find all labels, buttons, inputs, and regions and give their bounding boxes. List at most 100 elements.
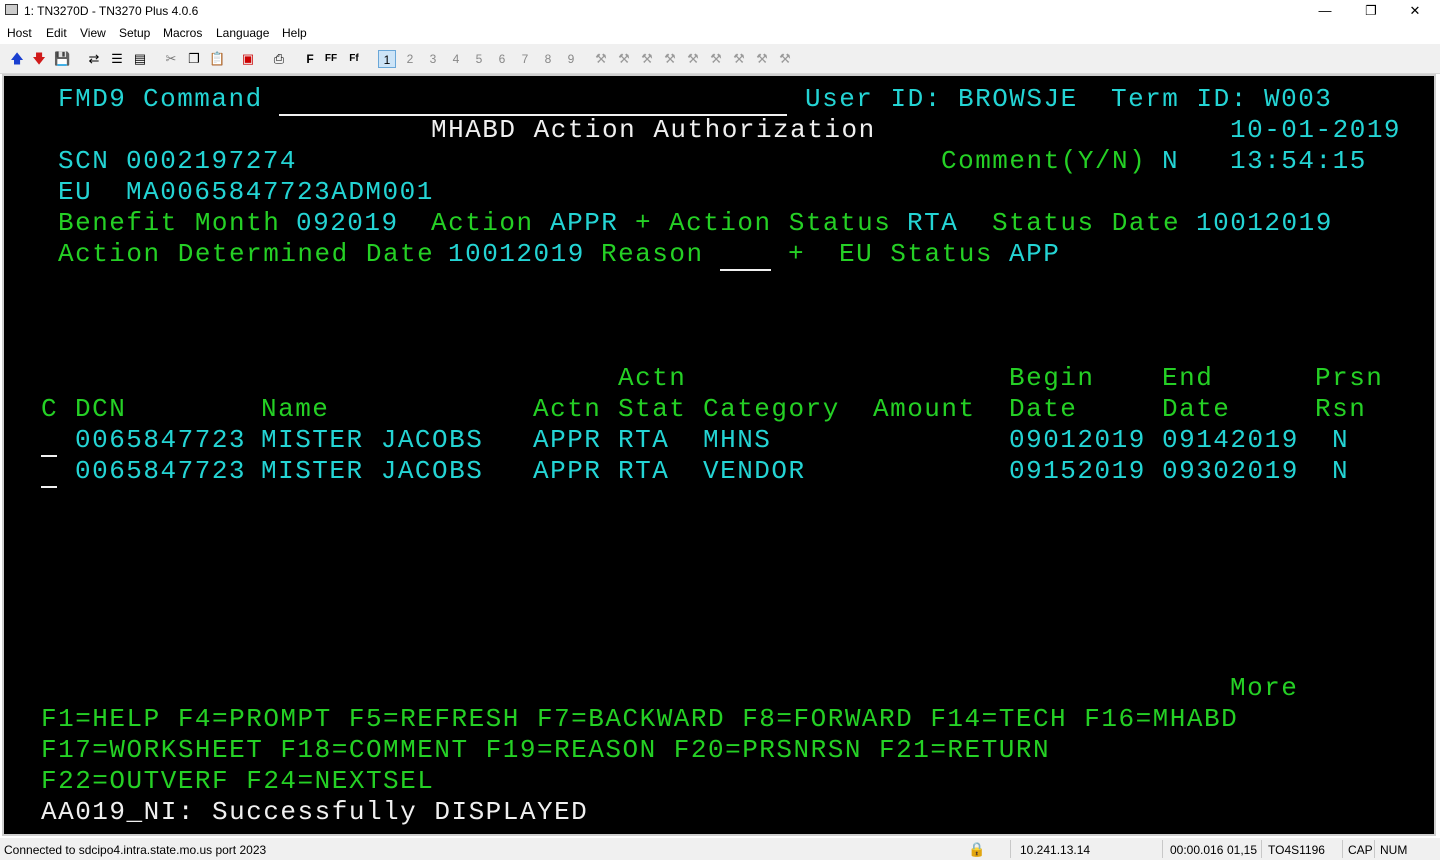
term-id-value: W003 [1264, 84, 1333, 114]
session-button-4[interactable]: 4 [447, 50, 465, 68]
reason-input[interactable] [720, 241, 771, 271]
row-stat: RTA [618, 456, 670, 486]
print-icon[interactable]: ⎙ [271, 51, 287, 67]
row-prsn-rsn: N [1332, 425, 1350, 455]
session-button-8[interactable]: 8 [539, 50, 557, 68]
tool-icon[interactable]: ⚒ [662, 51, 678, 67]
col-dcn-header: DCN [75, 394, 127, 424]
col-stat-header: Stat [618, 394, 687, 424]
reason-prompt[interactable]: + [788, 239, 805, 270]
save-icon[interactable]: 💾 [54, 51, 70, 67]
minimize-button[interactable]: — [1302, 0, 1348, 22]
transfer-icon[interactable]: ⇄ [86, 51, 102, 67]
action-label: Action [431, 208, 534, 238]
row-actn: APPR [533, 425, 602, 455]
tool-icon[interactable]: ⚒ [616, 51, 632, 67]
row-select-input[interactable] [41, 427, 57, 457]
session-button-5[interactable]: 5 [470, 50, 488, 68]
row-end-date: 09302019 [1162, 456, 1299, 486]
print-preview-icon[interactable]: ▤ [132, 51, 148, 67]
reason-label: Reason [601, 239, 704, 269]
font-button-3[interactable]: Ff [346, 51, 362, 67]
row-select-input[interactable] [41, 458, 57, 488]
scn-label: SCN [58, 146, 110, 176]
status-divider [1010, 840, 1011, 858]
row-prsn-rsn: N [1332, 456, 1350, 486]
tool-icon[interactable]: ⚒ [639, 51, 655, 67]
arrow-up-icon[interactable]: 🡅 [9, 51, 25, 67]
eu-status-value: APP [1009, 239, 1061, 269]
determined-date-value: 10012019 [448, 239, 585, 269]
menu-edit[interactable]: Edit [46, 26, 67, 40]
col-amount-header: Amount [873, 394, 976, 424]
setup-icon[interactable]: ☰ [109, 51, 125, 67]
font-button-1[interactable]: F [302, 51, 318, 67]
row-name: MISTER JACOBS [261, 425, 484, 455]
determined-date-label: Action Determined Date [58, 239, 435, 269]
row-begin-date: 09152019 [1009, 456, 1146, 486]
status-bar: Connected to sdcipo4.intra.state.mo.us p… [0, 838, 1440, 860]
elapsed-time: 00:00.016 [1170, 843, 1224, 857]
cut-icon[interactable]: ✂ [163, 51, 179, 67]
user-id-value: BROWSJE [958, 84, 1078, 114]
term-id-label: Term ID: [1111, 84, 1248, 114]
terminal-app-icon[interactable] [5, 4, 18, 15]
action-status-label: Action Status [669, 208, 892, 238]
font-button-2[interactable]: FF [323, 51, 339, 67]
menu-setup[interactable]: Setup [119, 26, 150, 40]
command-input[interactable] [279, 86, 787, 116]
col-category-header: Category [703, 394, 840, 424]
tool-icon[interactable]: ⚒ [685, 51, 701, 67]
comment-value: N [1162, 146, 1180, 176]
screen-title: MHABD Action Authorization [431, 115, 876, 145]
message-line: AA019_NI: Successfully DISPLAYED [41, 797, 589, 827]
menu-language[interactable]: Language [216, 26, 269, 40]
action-prompt[interactable]: + [635, 208, 652, 239]
eu-status-label: EU Status [839, 239, 993, 269]
tool-icon[interactable]: ⚒ [731, 51, 747, 67]
row-dcn: 0065847723 [75, 456, 247, 486]
paste-icon[interactable]: 📋 [209, 51, 225, 67]
more-indicator: More [1230, 673, 1299, 703]
ip-address: 10.241.13.14 [1020, 843, 1091, 857]
close-button[interactable]: ✕ [1392, 0, 1438, 22]
col-end-header-top: End [1162, 363, 1214, 393]
menu-help[interactable]: Help [282, 26, 307, 40]
caps-indicator: CAP [1348, 843, 1373, 857]
col-end-header: Date [1162, 394, 1231, 424]
toolbar: 🡅 🡇 💾 ⇄ ☰ ▤ ✂ ❐ 📋 ▣ ⎙ F FF Ff 1 2 3 4 5 … [0, 44, 1440, 74]
title-bar: 1: TN3270D - TN3270 Plus 4.0.6 — ❐ ✕ [0, 0, 1440, 22]
window-title: 1: TN3270D - TN3270 Plus 4.0.6 [24, 4, 199, 18]
benefit-month-value: 092019 [296, 208, 399, 238]
session-button-9[interactable]: 9 [562, 50, 580, 68]
menu-macros[interactable]: Macros [163, 26, 202, 40]
menu-host[interactable]: Host [7, 26, 32, 40]
tool-icon[interactable]: ⚒ [777, 51, 793, 67]
tool-icon[interactable]: ⚒ [708, 51, 724, 67]
action-value: APPR [550, 208, 619, 238]
macro-icon[interactable]: ▣ [240, 51, 256, 67]
program-id: FMD9 [58, 84, 127, 114]
eu-value: MA0065847723ADM001 [126, 177, 434, 207]
arrow-down-icon[interactable]: 🡇 [31, 51, 47, 67]
user-id-label: User ID: [805, 84, 942, 114]
row-category: MHNS [703, 425, 772, 455]
session-button-2[interactable]: 2 [401, 50, 419, 68]
command-label: Command [143, 84, 263, 114]
terminal-screen[interactable]: FMD9 Command User ID: BROWSJE Term ID: W… [2, 74, 1436, 836]
session-button-1[interactable]: 1 [378, 50, 396, 68]
col-name-header: Name [261, 394, 330, 424]
session-button-6[interactable]: 6 [493, 50, 511, 68]
tool-icon[interactable]: ⚒ [754, 51, 770, 67]
session-button-7[interactable]: 7 [516, 50, 534, 68]
copy-icon[interactable]: ❐ [186, 51, 202, 67]
tool-icon[interactable]: ⚒ [593, 51, 609, 67]
menu-view[interactable]: View [80, 26, 106, 40]
maximize-button[interactable]: ❐ [1348, 0, 1394, 22]
lu-name: TO4S1196 [1268, 843, 1325, 857]
col-rsn-header: Rsn [1315, 394, 1367, 424]
status-divider [1374, 840, 1375, 858]
session-button-3[interactable]: 3 [424, 50, 442, 68]
status-date-label: Status Date [992, 208, 1181, 238]
scn-value: 0002197274 [126, 146, 298, 176]
